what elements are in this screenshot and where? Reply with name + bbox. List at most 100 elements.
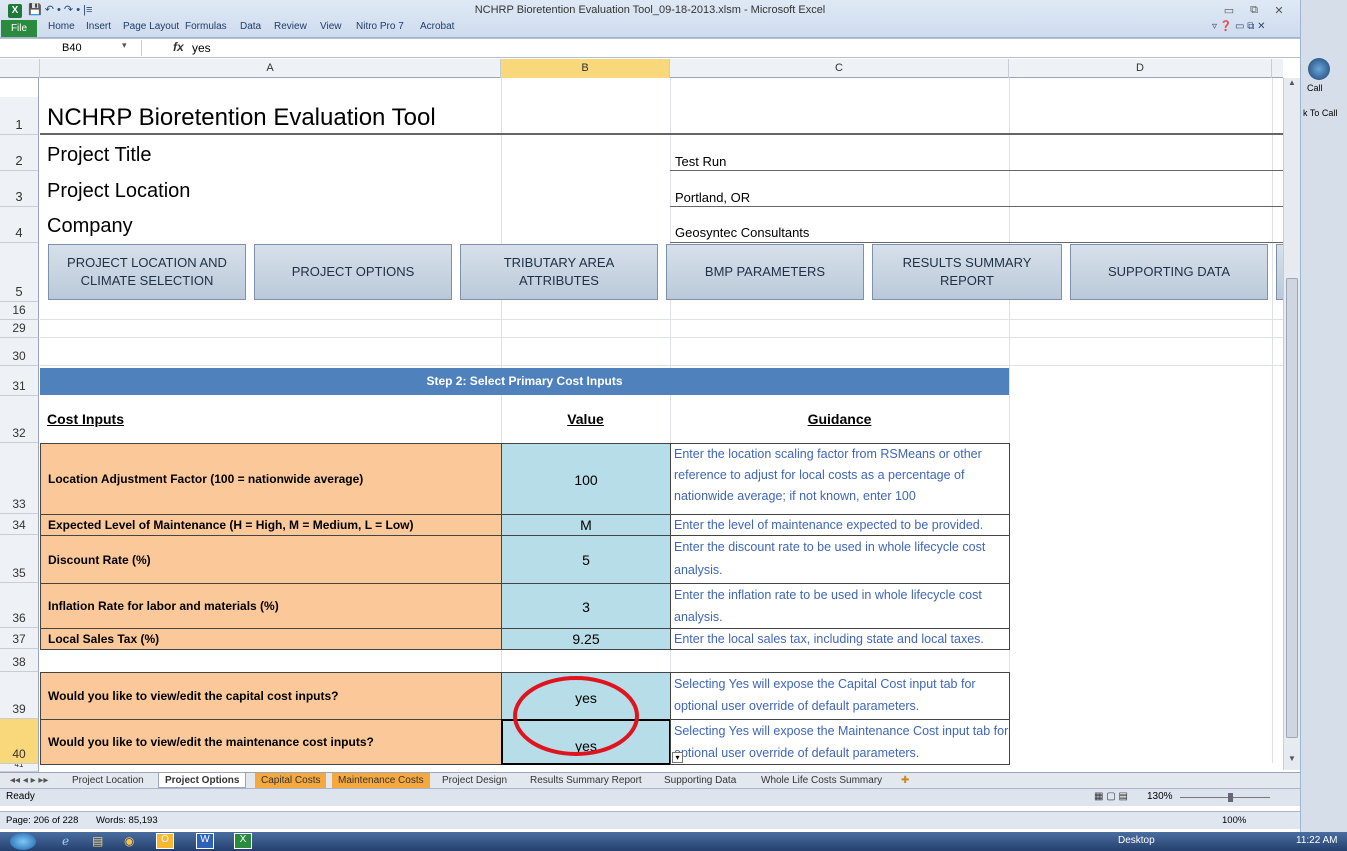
row-header[interactable]: 30 — [0, 338, 39, 366]
row-header[interactable]: 37 — [0, 628, 39, 649]
restore-icon[interactable]: ⧉ — [1243, 4, 1265, 18]
help-icon[interactable]: ▿ ❓ ▭ ⧉ ✕ — [1212, 21, 1266, 32]
row-header[interactable]: 1 — [0, 97, 39, 135]
word-icon[interactable]: W — [196, 833, 214, 849]
zoom-slider-thumb[interactable] — [1228, 793, 1233, 802]
row-header[interactable]: 4 — [0, 207, 39, 243]
zoom-level[interactable]: 130% — [1147, 791, 1173, 802]
sheet-tab[interactable]: Results Summary Report — [524, 773, 648, 788]
tributary-area-attributes-button[interactable]: TRIBUTARY AREA ATTRIBUTES — [460, 244, 658, 300]
clock[interactable]: 11:22 AM — [1296, 835, 1338, 846]
word-zoom-level[interactable]: 100% — [1222, 815, 1246, 826]
results-summary-report-button[interactable]: RESULTS SUMMARY REPORT — [872, 244, 1062, 300]
select-all-corner[interactable] — [0, 59, 40, 78]
sheet-tab[interactable]: Capital Costs — [255, 773, 327, 788]
row-header[interactable]: 32 — [0, 396, 39, 443]
insert-sheet-icon[interactable]: ✚ — [895, 773, 915, 788]
bmp-parameters-button[interactable]: BMP PARAMETERS — [666, 244, 864, 300]
name-box[interactable]: B40 — [2, 40, 142, 56]
input-value-cell[interactable]: M — [501, 514, 671, 536]
step-2-header: Step 2: Select Primary Cost Inputs — [40, 368, 1009, 395]
formula-input[interactable]: yes — [192, 41, 211, 55]
row-header[interactable]: 41 — [0, 764, 39, 772]
input-value-cell[interactable]: 5 — [501, 535, 671, 584]
click-to-call-label[interactable]: k To Call — [1303, 108, 1337, 118]
sheet-tab[interactable]: Project Design — [436, 773, 513, 788]
folder-icon[interactable]: ▤ — [92, 834, 103, 848]
right-side-pane: Call k To Call — [1300, 0, 1347, 832]
minimize-icon[interactable]: ▭ — [1218, 4, 1240, 18]
column-header-d[interactable]: D — [1009, 59, 1272, 78]
outlook-icon[interactable]: O — [156, 833, 174, 849]
row-header[interactable]: 29 — [0, 320, 39, 338]
title-bar: X 💾 ↶ • ↷ • |≡ NCHRP Bioretention Evalua… — [0, 0, 1300, 38]
row-header[interactable]: 33 — [0, 443, 39, 514]
scroll-up-icon[interactable]: ▲ — [1285, 78, 1299, 92]
tab-page-layout[interactable]: Page Layout — [123, 21, 179, 32]
row-header[interactable]: 35 — [0, 535, 39, 583]
sheet-tab[interactable]: Supporting Data — [658, 773, 742, 788]
tab-formulas[interactable]: Formulas — [185, 21, 227, 32]
tab-review[interactable]: Review — [274, 21, 307, 32]
sheet-tab[interactable]: Maintenance Costs — [332, 773, 430, 788]
row-header[interactable]: 34 — [0, 514, 39, 535]
row-header[interactable]: 5 — [0, 243, 39, 302]
ie-icon[interactable]: ℯ — [62, 834, 69, 848]
project-title-value[interactable]: Test Run — [675, 154, 726, 169]
input-label-cell: Expected Level of Maintenance (H = High,… — [40, 514, 502, 536]
desktop-toolbar[interactable]: Desktop — [1118, 835, 1155, 846]
chevron-down-icon[interactable]: ▾ — [122, 40, 127, 51]
tab-insert[interactable]: Insert — [86, 21, 111, 32]
scroll-thumb[interactable] — [1286, 278, 1298, 738]
row-line — [40, 338, 1283, 366]
input-value-cell[interactable]: 3 — [501, 583, 671, 629]
sheet-tab[interactable]: Whole Life Costs Summary — [755, 773, 888, 788]
row-header[interactable]: 39 — [0, 672, 39, 719]
project-location-label: Project Location — [47, 180, 191, 202]
company-value[interactable]: Geosyntec Consultants — [675, 225, 809, 240]
chrome-icon[interactable]: ◉ — [124, 834, 134, 848]
vertical-scrollbar[interactable]: ▲ ▼ — [1283, 78, 1300, 770]
input-value-cell[interactable]: 9.25 — [501, 628, 671, 650]
call-icon[interactable] — [1308, 58, 1330, 80]
call-label[interactable]: Call — [1307, 83, 1323, 93]
row-header-active[interactable]: 40 — [0, 719, 39, 764]
supporting-data-button[interactable]: SUPPORTING DATA — [1070, 244, 1268, 300]
row-line — [670, 171, 1283, 207]
guidance-cell: Enter the local sales tax, including sta… — [670, 628, 1010, 650]
tab-nitro[interactable]: Nitro Pro 7 — [356, 21, 404, 32]
close-icon[interactable]: ✕ — [1268, 4, 1290, 18]
tab-home[interactable]: Home — [48, 21, 75, 32]
row-header[interactable]: 3 — [0, 171, 39, 207]
column-headers: A B C D — [0, 59, 1283, 78]
zoom-slider[interactable] — [1180, 797, 1270, 798]
status-ready: Ready — [6, 791, 35, 802]
excel-taskbar-icon[interactable]: X — [234, 833, 252, 849]
column-header-b[interactable]: B — [501, 59, 670, 78]
row-header[interactable]: 16 — [0, 302, 39, 320]
sheet-tab[interactable]: Project Location — [66, 773, 150, 788]
row-header[interactable]: 38 — [0, 649, 39, 672]
input-label-cell: Location Adjustment Factor (100 = nation… — [40, 443, 502, 515]
row-header[interactable]: 31 — [0, 366, 39, 396]
row-line — [40, 302, 1283, 320]
input-value-cell[interactable]: 100 — [501, 443, 671, 515]
tab-data[interactable]: Data — [240, 21, 261, 32]
project-location-climate-button[interactable]: PROJECT LOCATION AND CLIMATE SELECTION — [48, 244, 246, 300]
function-icon[interactable]: fx — [173, 40, 184, 54]
tab-acrobat[interactable]: Acrobat — [420, 21, 454, 32]
column-header-c[interactable]: C — [670, 59, 1009, 78]
sheet-tab-active[interactable]: Project Options — [158, 773, 247, 788]
scroll-down-icon[interactable]: ▼ — [1285, 754, 1299, 768]
dropdown-arrow-icon[interactable]: ▾ — [672, 752, 683, 763]
tab-view[interactable]: View — [320, 21, 342, 32]
project-options-button[interactable]: PROJECT OPTIONS — [254, 244, 452, 300]
view-buttons-icon[interactable]: ▦ ▢ ▤ — [1094, 791, 1128, 802]
file-tab[interactable]: File — [1, 20, 37, 37]
column-header-a[interactable]: A — [40, 59, 501, 78]
project-location-value[interactable]: Portland, OR — [675, 190, 750, 205]
row-header[interactable]: 36 — [0, 583, 39, 628]
tab-nav-arrows-icon[interactable]: ◂◂ ◂ ▸ ▸▸ — [4, 773, 54, 788]
row-header[interactable]: 2 — [0, 135, 39, 171]
start-button-icon[interactable] — [10, 833, 36, 850]
